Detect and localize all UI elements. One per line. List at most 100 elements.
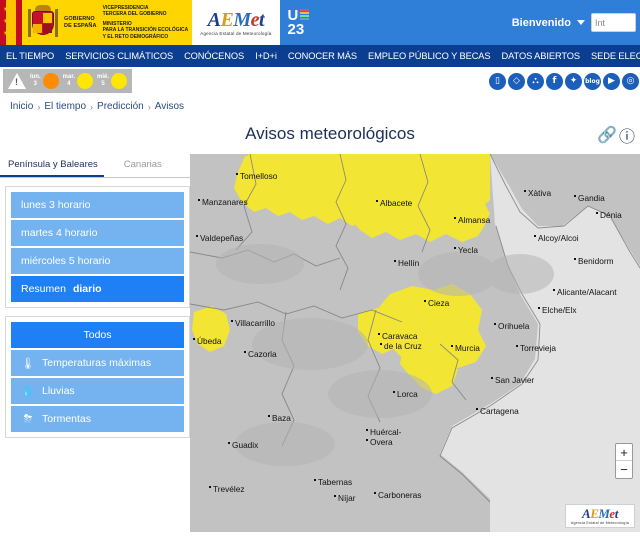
rain-icon: 💧 [21, 384, 35, 398]
map-label-baza: Baza [272, 414, 291, 423]
sidebar-item-label: Tormentas [42, 413, 91, 425]
info-icon[interactable]: ⓘ [620, 128, 634, 142]
warnings-map[interactable]: ⤓ [190, 154, 640, 532]
sidebar-item-martes-4[interactable]: martes 4 horario [11, 220, 184, 246]
aemet-wordmark: AEMet [582, 507, 618, 520]
map-label-huercal: Huércal- [370, 428, 401, 437]
map-label-orihuela: Orihuela [498, 322, 529, 331]
ue-year: 23 [288, 23, 310, 36]
aemet-wordmark: AEMet [208, 10, 264, 30]
phenomena-selector-group: Todos 🌡 Temperaturas máximas 💧 Lluvias ⛈… [5, 316, 190, 438]
twitter-icon[interactable]: ✦ [565, 73, 582, 90]
map-label-trevelez: Trevélez [213, 485, 245, 494]
map-label-san-javier: San Javier [495, 376, 534, 385]
sidebar-item-lluvias[interactable]: 💧 Lluvias [11, 378, 184, 404]
breadcrumb: Inicio › El tiempo › Predicción › Avisos [0, 95, 640, 116]
map-label-cazorla: Cazorla [248, 350, 277, 359]
nav-item-el-tiempo[interactable]: EL TIEMPO [6, 51, 54, 61]
welcome-label[interactable]: Bienvenido [512, 17, 571, 29]
coat-of-arms-icon [28, 5, 58, 41]
search-input[interactable]: Int [591, 13, 636, 32]
map-label-gandia: Gandia [578, 194, 605, 203]
sidebar-item-miercoles-5[interactable]: miércoles 5 horario [11, 248, 184, 274]
tab-canarias[interactable]: Canarias [104, 154, 168, 177]
map-label-guadix: Guadix [232, 441, 258, 450]
resumen-label: Resumen [21, 283, 66, 295]
alert-day-number: 5 [101, 81, 104, 87]
zoom-in-button[interactable]: + [616, 444, 632, 461]
thermometer-icon: 🌡 [21, 356, 35, 370]
instagram-icon[interactable]: ◎ [622, 73, 639, 90]
facebook-icon[interactable]: f [546, 73, 563, 90]
mobile-icon[interactable]: ▯ [489, 73, 506, 90]
nav-item-servicios-climaticos[interactable]: SERVICIOS CLIMÁTICOS [65, 51, 173, 61]
chevron-down-icon[interactable] [577, 20, 585, 25]
alert-day-number: 3 [34, 81, 37, 87]
map-label-denia: Dénia [600, 211, 622, 220]
breadcrumb-separator: › [90, 102, 93, 112]
map-label-albacete: Albacete [380, 199, 412, 208]
tab-peninsula-baleares[interactable]: Península y Baleares [0, 154, 104, 177]
breadcrumb-separator: › [37, 102, 40, 112]
ministry-block: GOBIERNO DE ESPAÑA VICEPRESIDENCIA TERCE… [22, 0, 192, 45]
sidebar-item-label: Temperaturas máximas [42, 357, 151, 369]
nav-item-empleo-publico[interactable]: EMPLEO PÚBLICO Y BECAS [368, 51, 491, 61]
zoom-out-button[interactable]: − [616, 461, 632, 478]
alert-day-lunes[interactable]: lun. 3 [30, 73, 59, 89]
sidebar-panel: lunes 3 horario martes 4 horario miércol… [5, 186, 190, 446]
diario-label: diario [73, 283, 102, 295]
alert-day-label: lun. [30, 74, 41, 80]
sitemap-icon[interactable]: ⛬ [527, 73, 544, 90]
alert-widget[interactable]: lun. 3 mar. 4 mié. 5 [3, 69, 132, 93]
map-label-alcoy: Alcoy/Alcoi [538, 234, 579, 243]
sidebar-item-tormentas[interactable]: ⛈ Tormentas [11, 406, 184, 432]
nav-item-datos-abiertos[interactable]: DATOS ABIERTOS [502, 51, 581, 61]
region-tabs: Península y Baleares Canarias [0, 154, 190, 178]
sidebar-item-lunes-3[interactable]: lunes 3 horario [11, 192, 184, 218]
breadcrumb-item-el-tiempo[interactable]: El tiempo [44, 101, 86, 112]
nav-item-conocer-mas[interactable]: CONOCER MÁS [288, 51, 357, 61]
page-header: Avisos meteorológicos 🔗 ⓘ [0, 116, 640, 154]
breadcrumb-item-inicio[interactable]: Inicio [10, 101, 33, 112]
map-label-benidorm: Benidorm [578, 257, 614, 266]
aemet-logo[interactable]: AEMet Agencia Estatal de Meteorología [192, 0, 279, 45]
breadcrumb-item-prediccion[interactable]: Predicción [97, 101, 144, 112]
map-label-hellin: Hellín [398, 259, 419, 268]
alert-day-label: mar. [63, 74, 75, 80]
youtube-icon[interactable]: ▶ [603, 73, 620, 90]
map-label-cieza: Cieza [428, 299, 449, 308]
gobierno-label: GOBIERNO DE ESPAÑA [64, 16, 97, 29]
map-label-torrevieja: Torrevieja [520, 344, 556, 353]
map-label-overa: Overa [370, 438, 393, 447]
main-navigation: EL TIEMPO SERVICIOS CLIMÁTICOS CONÓCENOS… [0, 45, 640, 67]
link-icon[interactable]: 🔗 [600, 128, 614, 142]
nav-item-sede-electronica[interactable]: SEDE ELECTRÓNICA [591, 51, 640, 61]
alert-social-strip: lun. 3 mar. 4 mié. 5 ▯ ◇ ⛬ f ✦ blog ▶ ◎ [0, 67, 640, 95]
nav-item-idi[interactable]: I+D+i [255, 51, 277, 61]
nav-item-conocenos[interactable]: CONÓCENOS [184, 51, 244, 61]
map-label-manzanares: Manzanares [202, 198, 248, 207]
map-label-elche: Elche/Elx [542, 306, 577, 315]
storm-icon: ⛈ [21, 412, 35, 426]
map-label-almansa: Almansa [458, 216, 490, 225]
alert-day-miercoles[interactable]: mié. 5 [97, 73, 127, 89]
blog-icon[interactable]: blog [584, 73, 601, 90]
alert-day-martes[interactable]: mar. 4 [63, 73, 93, 89]
rss-icon[interactable]: ◇ [508, 73, 525, 90]
content-area: Península y Baleares Canarias lunes 3 ho… [0, 154, 640, 532]
map-label-caravaca-line2: de la Cruz [384, 342, 422, 351]
banner-user-area: Bienvenido Int [512, 13, 640, 32]
alert-level-dot [111, 73, 127, 89]
day-selector-group: lunes 3 horario martes 4 horario miércol… [5, 186, 190, 308]
map-label-tomelloso: Tomelloso [240, 172, 277, 181]
alert-day-label: mié. [97, 74, 109, 80]
top-banner: ★★★ GOBIERNO DE ESPAÑA VICEPRESIDENCIA T… [0, 0, 640, 45]
government-logo-strip[interactable]: ★★★ GOBIERNO DE ESPAÑA VICEPRESIDENCIA T… [0, 0, 192, 45]
map-label-valdepenas: Valdepeñas [200, 234, 243, 243]
breadcrumb-item-avisos[interactable]: Avisos [155, 101, 184, 112]
map-label-cartagena: Cartagena [480, 407, 519, 416]
sidebar-item-temperaturas-maximas[interactable]: 🌡 Temperaturas máximas [11, 350, 184, 376]
sidebar-item-label: Lluvias [42, 385, 75, 397]
sidebar-item-resumen-diario[interactable]: Resumen diario [11, 276, 184, 302]
sidebar-item-todos[interactable]: Todos [11, 322, 184, 348]
